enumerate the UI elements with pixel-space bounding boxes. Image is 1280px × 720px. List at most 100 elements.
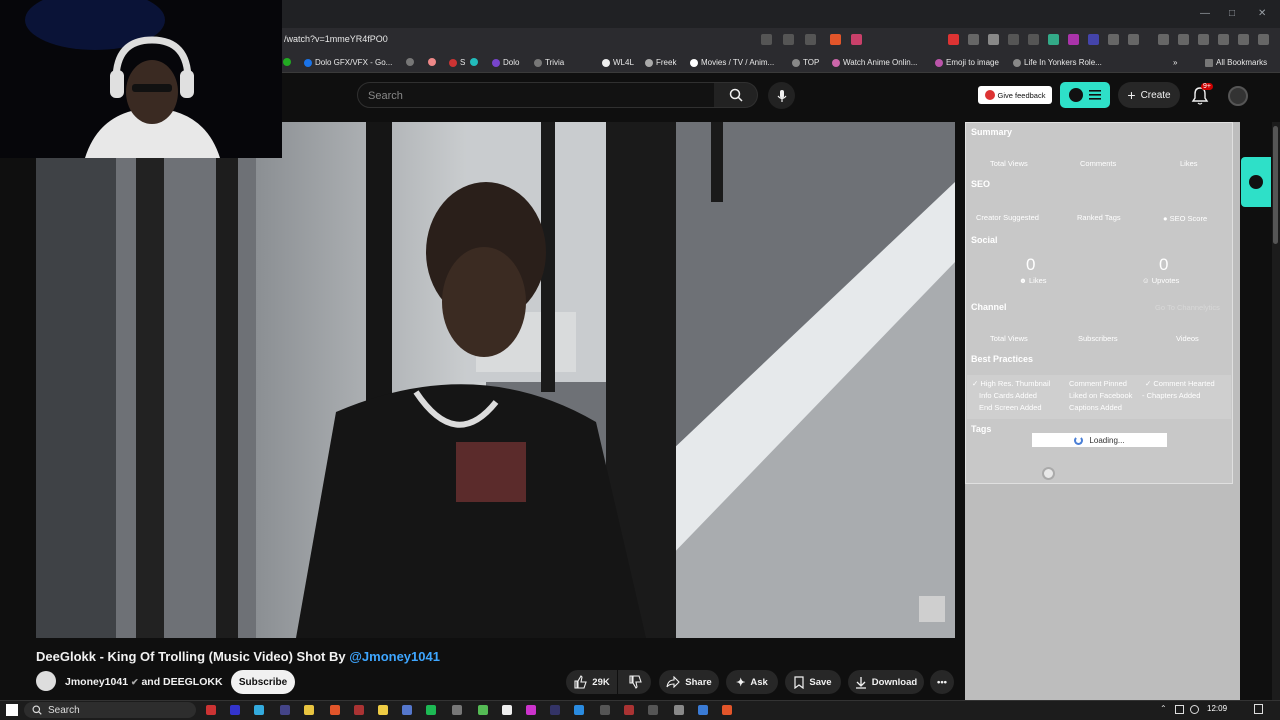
bookmark-item[interactable]: Freek [645, 58, 676, 67]
wallet-icon[interactable] [1198, 34, 1209, 45]
give-feedback-button[interactable]: Give feedback [978, 86, 1052, 104]
create-button[interactable]: + Create [1118, 82, 1180, 108]
video-player[interactable] [36, 122, 955, 638]
bookmark-item[interactable] [428, 58, 436, 66]
taskbar-app-icon[interactable] [426, 705, 436, 715]
taskbar-app-icon[interactable] [624, 705, 634, 715]
bp-item: ✓ Comment Hearted [1145, 379, 1215, 388]
all-bookmarks[interactable]: All Bookmarks [1205, 58, 1267, 67]
chevron-up-icon[interactable]: ⌃ [1160, 704, 1167, 713]
search-button[interactable] [714, 82, 758, 108]
taskbar-app-icon[interactable] [550, 705, 560, 715]
leo-icon[interactable] [1218, 34, 1229, 45]
social-likes-value: 0 [1026, 255, 1036, 274]
taskbar-app-icon[interactable] [330, 705, 340, 715]
bookmark-item[interactable] [470, 58, 478, 66]
bookmark-item[interactable]: Dolo [492, 58, 519, 67]
taskbar-app-icon[interactable] [206, 705, 216, 715]
extension-icon[interactable] [988, 34, 999, 45]
extension-icon[interactable] [1008, 34, 1019, 45]
bookmark-item[interactable]: Trivia [534, 58, 564, 67]
chevron-right-icon[interactable]: » [1173, 58, 1177, 67]
avatar[interactable] [1228, 86, 1248, 106]
taskbar-app-icon[interactable] [402, 705, 412, 715]
taskbar-app-icon[interactable] [574, 705, 584, 715]
bookmark-item[interactable] [406, 58, 414, 66]
cast-icon[interactable] [783, 34, 794, 45]
taskbar-search[interactable]: Search [24, 702, 196, 718]
brave-shield-icon[interactable] [830, 34, 841, 45]
bookmark-item[interactable]: S [449, 58, 465, 67]
taskbar-app-icon[interactable] [674, 705, 684, 715]
taskbar-app-icon[interactable] [722, 705, 732, 715]
taskbar-clock[interactable]: 12:09 [1207, 704, 1227, 713]
taskbar-app-icon[interactable] [478, 705, 488, 715]
mute-icon[interactable] [761, 34, 772, 45]
social-likes-label: ☻ Likes [1019, 276, 1047, 285]
share-page-icon[interactable] [805, 34, 816, 45]
extension-icon[interactable] [968, 34, 979, 45]
taskbar-app-icon[interactable] [230, 705, 240, 715]
bookmark-item[interactable]: Dolo GFX/VFX - Go... [304, 58, 392, 67]
taskbar-app-icon[interactable] [254, 705, 264, 715]
extensions-puzzle-icon[interactable] [1108, 34, 1119, 45]
like-button[interactable]: 29K [566, 670, 617, 694]
vidiq-menu-button[interactable] [1060, 82, 1110, 108]
dislike-button[interactable] [618, 670, 651, 694]
taskbar-app-icon[interactable] [354, 705, 364, 715]
bookmark-item[interactable]: Emoji to image [935, 58, 999, 67]
scrollbar-thumb[interactable] [1273, 126, 1278, 244]
sidebar-icon[interactable] [1178, 34, 1189, 45]
go-to-channelytics-link[interactable]: Go To Channelytics [1155, 303, 1220, 312]
volume-icon[interactable] [1190, 705, 1199, 714]
taskbar-app-icon[interactable] [526, 705, 536, 715]
brave-rewards-icon[interactable] [851, 34, 862, 45]
channel-name[interactable]: Jmoney1041 ✔ and DEEGLOKK [65, 676, 223, 688]
ask-button[interactable]: ✦ Ask [726, 670, 778, 694]
taskbar-app-icon[interactable] [698, 705, 708, 715]
subscribe-button[interactable]: Subscribe [231, 670, 295, 694]
more-actions-button[interactable]: ••• [930, 670, 954, 694]
taskbar-app-icon[interactable] [304, 705, 314, 715]
extension-icon[interactable] [1028, 34, 1039, 45]
vidiq-side-tab[interactable] [1241, 157, 1271, 207]
channel-avatar[interactable] [36, 671, 56, 691]
share-button[interactable]: Share [659, 670, 719, 694]
extension-icon[interactable] [1068, 34, 1079, 45]
network-icon[interactable] [1175, 705, 1184, 714]
search-input[interactable]: Search [357, 82, 715, 108]
save-button[interactable]: Save [785, 670, 841, 694]
bookmark-item[interactable]: Watch Anime Onlin... [832, 58, 917, 67]
hamburger-icon [1089, 90, 1101, 100]
extension-icon[interactable] [1128, 34, 1139, 45]
extension-icon[interactable] [1048, 34, 1059, 45]
bookmark-item[interactable]: WL4L [602, 58, 634, 67]
bookmark-item[interactable]: Life In Yonkers Role... [1013, 58, 1102, 67]
taskbar-app-icon[interactable] [452, 705, 462, 715]
taskbar-app-icon[interactable] [600, 705, 610, 715]
close-icon[interactable]: ✕ [1258, 8, 1266, 19]
voice-search-button[interactable] [768, 82, 795, 109]
taskbar-app-icon[interactable] [280, 705, 290, 715]
extension-icon[interactable] [948, 34, 959, 45]
download-button[interactable]: Download [848, 670, 924, 694]
media-icon[interactable] [1158, 34, 1169, 45]
minimize-icon[interactable]: — [1200, 8, 1210, 19]
bookmark-item[interactable]: TOP [792, 58, 819, 67]
vpn-icon[interactable] [1238, 34, 1249, 45]
taskbar-app-icon[interactable] [378, 705, 388, 715]
menu-icon[interactable] [1258, 34, 1269, 45]
bookmark-item[interactable] [283, 58, 291, 66]
notification-center-icon[interactable] [1254, 704, 1263, 714]
extension-icon[interactable] [1088, 34, 1099, 45]
maximize-icon[interactable]: □ [1229, 8, 1235, 19]
bookmark-item[interactable]: Movies / TV / Anim... [690, 58, 774, 67]
windows-start-icon[interactable] [6, 704, 18, 716]
taskbar-app-icon[interactable] [502, 705, 512, 715]
notifications-button[interactable]: 9+ [1188, 83, 1213, 108]
thumbs-up-icon [574, 675, 588, 689]
url-text[interactable]: /watch?v=1mmeYR4fPO0 [284, 34, 388, 44]
spinner-icon [1074, 435, 1084, 445]
taskbar-app-icon[interactable] [648, 705, 658, 715]
channel-mention-link[interactable]: @Jmoney1041 [349, 649, 440, 664]
